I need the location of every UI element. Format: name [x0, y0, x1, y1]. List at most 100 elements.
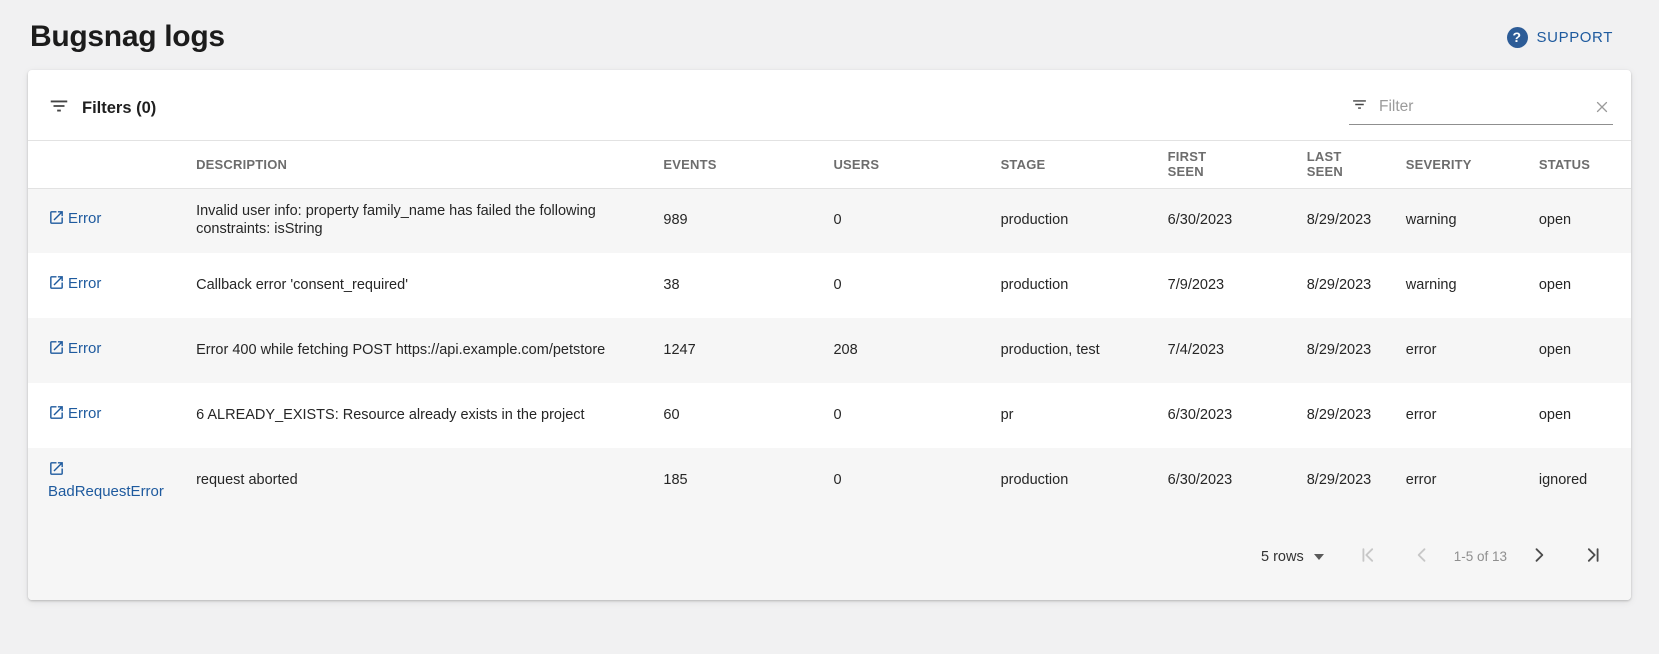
description-cell: 6 ALREADY_EXISTS: Resource already exist…	[196, 383, 663, 448]
error-link-cell: BadRequestError	[28, 448, 196, 514]
stage-cell: pr	[1001, 383, 1168, 448]
caret-down-icon	[1314, 554, 1324, 560]
table-toolbar: Filters (0)	[28, 70, 1631, 141]
filter-input[interactable]	[1377, 97, 1584, 117]
table-row: Error 6 ALREADY_EXISTS: Resource already…	[28, 383, 1631, 448]
topbar: Bugsnag logs ? SUPPORT	[0, 0, 1659, 70]
error-link[interactable]: Error	[48, 210, 101, 227]
severity-cell: warning	[1406, 188, 1539, 253]
filter-list-icon	[1351, 96, 1368, 118]
error-link[interactable]: Error	[48, 340, 101, 357]
description-cell: Invalid user info: property family_name …	[196, 188, 663, 253]
support-label: SUPPORT	[1537, 29, 1613, 46]
events-cell: 185	[663, 448, 833, 514]
users-cell: 208	[833, 318, 1000, 383]
error-link-label: Error	[68, 210, 101, 227]
table-row: Error Callback error 'consent_required' …	[28, 253, 1631, 318]
error-link-cell: Error	[28, 318, 196, 383]
column-header-stage: STAGE	[1001, 141, 1168, 188]
column-header-events: EVENTS	[663, 141, 833, 188]
rows-per-page-label: 5 rows	[1261, 549, 1304, 565]
error-link-cell: Error	[28, 383, 196, 448]
first-page-button[interactable]	[1358, 545, 1378, 568]
next-page-button[interactable]	[1529, 545, 1549, 568]
rows-per-page-select[interactable]: 5 rows	[1261, 549, 1324, 565]
status-cell: open	[1539, 253, 1631, 318]
column-header-severity: SEVERITY	[1406, 141, 1539, 188]
last-page-button[interactable]	[1583, 545, 1603, 568]
events-cell: 38	[663, 253, 833, 318]
users-cell: 0	[833, 253, 1000, 318]
error-link-label: BadRequestError	[48, 483, 164, 500]
users-cell: 0	[833, 448, 1000, 514]
logs-table: DESCRIPTIONEVENTSUSERSSTAGEFIRST SEENLAS…	[28, 141, 1631, 514]
support-button[interactable]: ? SUPPORT	[1507, 27, 1613, 48]
users-cell: 0	[833, 188, 1000, 253]
error-link-label: Error	[68, 275, 101, 292]
table-header-row: DESCRIPTIONEVENTSUSERSSTAGEFIRST SEENLAS…	[28, 141, 1631, 188]
status-cell: ignored	[1539, 448, 1631, 514]
events-cell: 60	[663, 383, 833, 448]
first-seen-cell: 7/9/2023	[1168, 253, 1307, 318]
table-row: BadRequestError request aborted 185 0 pr…	[28, 448, 1631, 514]
table-row: Error Error 400 while fetching POST http…	[28, 318, 1631, 383]
previous-page-button[interactable]	[1412, 545, 1432, 568]
stage-cell: production, test	[1001, 318, 1168, 383]
description-cell: Error 400 while fetching POST https://ap…	[196, 318, 663, 383]
stage-cell: production	[1001, 253, 1168, 318]
description-cell: Callback error 'consent_required'	[196, 253, 663, 318]
chevron-left-icon	[1412, 545, 1432, 568]
error-link-cell: Error	[28, 188, 196, 253]
severity-cell: error	[1406, 318, 1539, 383]
column-header-link	[28, 141, 196, 188]
error-link-label: Error	[68, 405, 101, 422]
last-seen-cell: 8/29/2023	[1307, 188, 1406, 253]
close-icon[interactable]	[1593, 98, 1611, 116]
open-in-new-icon	[48, 404, 65, 427]
open-in-new-icon	[48, 339, 65, 362]
help-icon: ?	[1507, 27, 1528, 48]
last-seen-cell: 8/29/2023	[1307, 318, 1406, 383]
open-in-new-icon	[48, 274, 65, 297]
pagination-bar: 5 rows 1-5 of 13	[28, 514, 1631, 600]
users-cell: 0	[833, 383, 1000, 448]
pagination-range: 1-5 of 13	[1454, 549, 1507, 564]
last-seen-cell: 8/29/2023	[1307, 383, 1406, 448]
last-seen-cell: 8/29/2023	[1307, 253, 1406, 318]
filters-button[interactable]: Filters (0)	[48, 95, 156, 122]
error-link[interactable]: BadRequestError	[48, 461, 164, 500]
first-seen-cell: 7/4/2023	[1168, 318, 1307, 383]
first-seen-cell: 6/30/2023	[1168, 383, 1307, 448]
open-in-new-icon	[48, 209, 65, 232]
error-link-cell: Error	[28, 253, 196, 318]
column-header-users: USERS	[833, 141, 1000, 188]
severity-cell: error	[1406, 448, 1539, 514]
last-page-icon	[1583, 545, 1603, 568]
events-cell: 989	[663, 188, 833, 253]
stage-cell: production	[1001, 448, 1168, 514]
column-header-first-seen: FIRST SEEN	[1168, 141, 1307, 188]
status-cell: open	[1539, 383, 1631, 448]
filters-label: Filters (0)	[82, 99, 156, 118]
error-link[interactable]: Error	[48, 405, 101, 422]
status-cell: open	[1539, 188, 1631, 253]
first-seen-cell: 6/30/2023	[1168, 188, 1307, 253]
filter-field	[1349, 92, 1613, 125]
severity-cell: error	[1406, 383, 1539, 448]
severity-cell: warning	[1406, 253, 1539, 318]
status-cell: open	[1539, 318, 1631, 383]
page-title: Bugsnag logs	[30, 20, 225, 54]
column-header-status: STATUS	[1539, 141, 1631, 188]
first-page-icon	[1358, 545, 1378, 568]
error-link-label: Error	[68, 340, 101, 357]
error-link[interactable]: Error	[48, 275, 101, 292]
description-cell: request aborted	[196, 448, 663, 514]
events-cell: 1247	[663, 318, 833, 383]
last-seen-cell: 8/29/2023	[1307, 448, 1406, 514]
column-header-last-seen: LAST SEEN	[1307, 141, 1406, 188]
table-row: Error Invalid user info: property family…	[28, 188, 1631, 253]
first-seen-cell: 6/30/2023	[1168, 448, 1307, 514]
column-header-description: DESCRIPTION	[196, 141, 663, 188]
open-in-new-icon	[48, 460, 65, 483]
filter-list-icon	[48, 95, 70, 122]
